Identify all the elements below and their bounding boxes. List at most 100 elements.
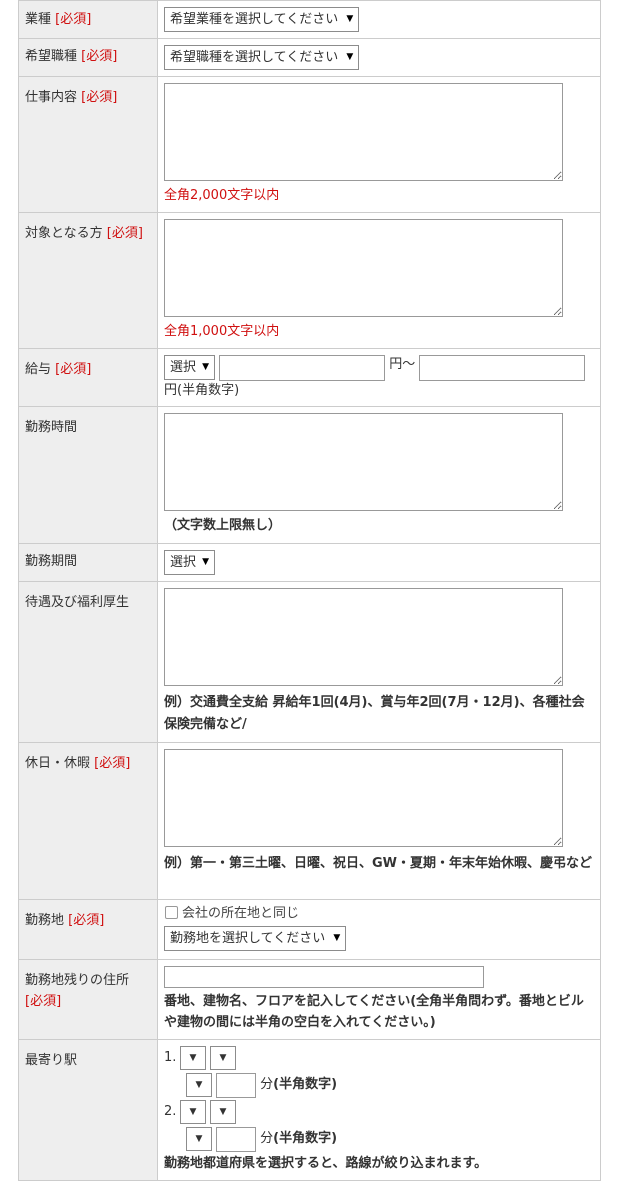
required-badge: [必須]	[81, 90, 118, 105]
required-badge: [必須]	[106, 226, 143, 241]
minutes-label: 分	[260, 1131, 274, 1146]
field-label: 休日・休暇	[25, 756, 91, 771]
label-salary: 給与 [必須]	[18, 348, 158, 407]
required-badge: [必須]	[81, 49, 118, 64]
field-label: 業種	[25, 12, 52, 27]
station-2-prefecture-select[interactable]: ▼	[180, 1100, 206, 1124]
benefits-textarea[interactable]	[164, 588, 563, 686]
select-value: 選択	[170, 555, 197, 570]
field-label: 対象となる方	[25, 226, 103, 241]
work-hours-textarea[interactable]	[164, 413, 563, 511]
field-holidays: 例）第一・第三土曜、日曜、祝日、GW・夏期・年末年始休暇、慶弔など	[157, 742, 601, 900]
station-2-station-select[interactable]: ▼	[186, 1127, 212, 1151]
work-period-select[interactable]: 選択 ▼	[164, 550, 216, 575]
field-label: 希望職種	[25, 49, 78, 64]
field-industry: 希望業種を選択してください ▼	[157, 0, 601, 39]
chevron-down-icon: ▼	[333, 933, 341, 943]
minutes-note: (半角数字)	[273, 1131, 338, 1146]
field-label: 勤務時間	[25, 420, 78, 435]
char-limit-note: （文字数上限無し）	[164, 518, 282, 533]
job-description-textarea[interactable]	[164, 83, 563, 181]
row-salary: 給与 [必須] 選択 ▼ 円〜 円(半角数字)	[18, 348, 601, 407]
minutes-note: (半角数字)	[273, 1077, 338, 1092]
row-work-period: 勤務期間 選択 ▼	[18, 543, 601, 582]
example-note: 例）交通費全支給 昇給年1回(4月)、賞与年2回(7月・12月)、各種社会保険完…	[164, 695, 585, 732]
station-1-minutes-input[interactable]	[216, 1073, 256, 1098]
address-input[interactable]	[164, 966, 484, 988]
field-label: 勤務期間	[25, 554, 78, 569]
field-target: 全角1,000文字以内	[157, 212, 601, 349]
label-target: 対象となる方 [必須]	[18, 212, 158, 349]
station-number: 2.	[164, 1104, 177, 1119]
row-target: 対象となる方 [必須] 全角1,000文字以内	[18, 212, 601, 349]
row-station: 最寄り駅 1. ▼ ▼ ▼ 分(半角数字) 2. ▼ ▼ ▼ 分(半角数字) 勤務地都道…	[18, 1039, 601, 1181]
same-as-company-checkbox[interactable]	[165, 906, 178, 919]
station-number: 1.	[164, 1050, 177, 1065]
label-work-period: 勤務期間	[18, 543, 158, 582]
field-work-period: 選択 ▼	[157, 543, 601, 582]
field-work-hours: （文字数上限無し）	[157, 406, 601, 544]
required-badge: [必須]	[55, 362, 92, 377]
chevron-down-icon: ▼	[202, 362, 210, 372]
range-separator: 円〜	[389, 357, 416, 372]
label-work-hours: 勤務時間	[18, 406, 158, 544]
salary-min-input[interactable]	[219, 355, 386, 381]
select-value: 希望職種を選択してください	[170, 50, 339, 65]
chevron-down-icon: ▼	[346, 52, 354, 62]
job-posting-form: 業種 [必須] 希望業種を選択してください ▼ 希望職種 [必須] 希望職種を選択…	[18, 0, 601, 1181]
field-label: 勤務地	[25, 913, 65, 928]
label-holidays: 休日・休暇 [必須]	[18, 742, 158, 900]
salary-max-input[interactable]	[419, 355, 586, 381]
salary-unit-note: 円(半角数字)	[164, 383, 240, 398]
station-filter-note: 勤務地都道府県を選択すると、路線が絞り込まれます。	[164, 1156, 488, 1171]
select-value: 希望業種を選択してください	[170, 12, 339, 27]
row-job-type: 希望職種 [必須] 希望職種を選択してください ▼	[18, 38, 601, 77]
station-1-prefecture-select[interactable]: ▼	[180, 1046, 206, 1070]
char-limit-note: 全角1,000文字以内	[164, 324, 280, 339]
field-job-description: 全角2,000文字以内	[157, 76, 601, 213]
minutes-label: 分	[260, 1077, 274, 1092]
row-work-hours: 勤務時間 （文字数上限無し）	[18, 406, 601, 544]
row-benefits: 待遇及び福利厚生 例）交通費全支給 昇給年1回(4月)、賞与年2回(7月・12月…	[18, 581, 601, 743]
target-textarea[interactable]	[164, 219, 563, 317]
required-badge: [必須]	[68, 913, 105, 928]
station-1-line-select[interactable]: ▼	[210, 1046, 236, 1070]
station-2-line-select[interactable]: ▼	[210, 1100, 236, 1124]
row-address: 勤務地残りの住所 [必須] 番地、建物名、フロアを記入してください(全角半角問わ…	[18, 959, 601, 1040]
job-type-select[interactable]: 希望職種を選択してください ▼	[164, 45, 360, 70]
label-benefits: 待遇及び福利厚生	[18, 581, 158, 743]
same-as-company-option: 会社の所在地と同じ	[164, 904, 594, 924]
field-label: 待遇及び福利厚生	[25, 595, 130, 610]
chevron-down-icon: ▼	[346, 14, 354, 24]
label-station: 最寄り駅	[18, 1039, 158, 1181]
address-note: 番地、建物名、フロアを記入してください(全角半角問わず。番地とビルや建物の間には…	[164, 994, 584, 1030]
field-work-location: 会社の所在地と同じ 勤務地を選択してください ▼	[157, 899, 601, 960]
required-badge: [必須]	[25, 994, 62, 1009]
station-2-minutes-input[interactable]	[216, 1127, 256, 1152]
station-2-line-row: 2. ▼ ▼	[164, 1100, 594, 1125]
work-location-select[interactable]: 勤務地を選択してください ▼	[164, 926, 347, 951]
required-badge: [必須]	[94, 756, 131, 771]
field-label: 仕事内容	[25, 90, 78, 105]
row-holidays: 休日・休暇 [必須] 例）第一・第三土曜、日曜、祝日、GW・夏期・年末年始休暇、…	[18, 742, 601, 900]
label-work-location: 勤務地 [必須]	[18, 899, 158, 960]
station-1-line-row: 1. ▼ ▼	[164, 1046, 594, 1071]
chevron-down-icon: ▼	[202, 557, 210, 567]
field-label: 給与	[25, 362, 52, 377]
label-industry: 業種 [必須]	[18, 0, 158, 39]
field-label: 最寄り駅	[25, 1053, 78, 1068]
holidays-textarea[interactable]	[164, 749, 563, 847]
field-benefits: 例）交通費全支給 昇給年1回(4月)、賞与年2回(7月・12月)、各種社会保険完…	[157, 581, 601, 743]
label-address: 勤務地残りの住所 [必須]	[18, 959, 158, 1040]
salary-type-select[interactable]: 選択 ▼	[164, 355, 216, 380]
required-badge: [必須]	[55, 12, 92, 27]
station-1-station-select[interactable]: ▼	[186, 1073, 212, 1097]
industry-select[interactable]: 希望業種を選択してください ▼	[164, 7, 360, 32]
checkbox-label: 会社の所在地と同じ	[182, 906, 300, 921]
field-job-type: 希望職種を選択してください ▼	[157, 38, 601, 77]
row-work-location: 勤務地 [必須] 会社の所在地と同じ 勤務地を選択してください ▼	[18, 899, 601, 960]
field-station: 1. ▼ ▼ ▼ 分(半角数字) 2. ▼ ▼ ▼ 分(半角数字) 勤務地都道府県を選択…	[157, 1039, 601, 1181]
salary-inputs: 選択 ▼ 円〜	[164, 355, 594, 381]
select-value: 勤務地を選択してください	[170, 931, 326, 946]
row-job-description: 仕事内容 [必須] 全角2,000文字以内	[18, 76, 601, 213]
